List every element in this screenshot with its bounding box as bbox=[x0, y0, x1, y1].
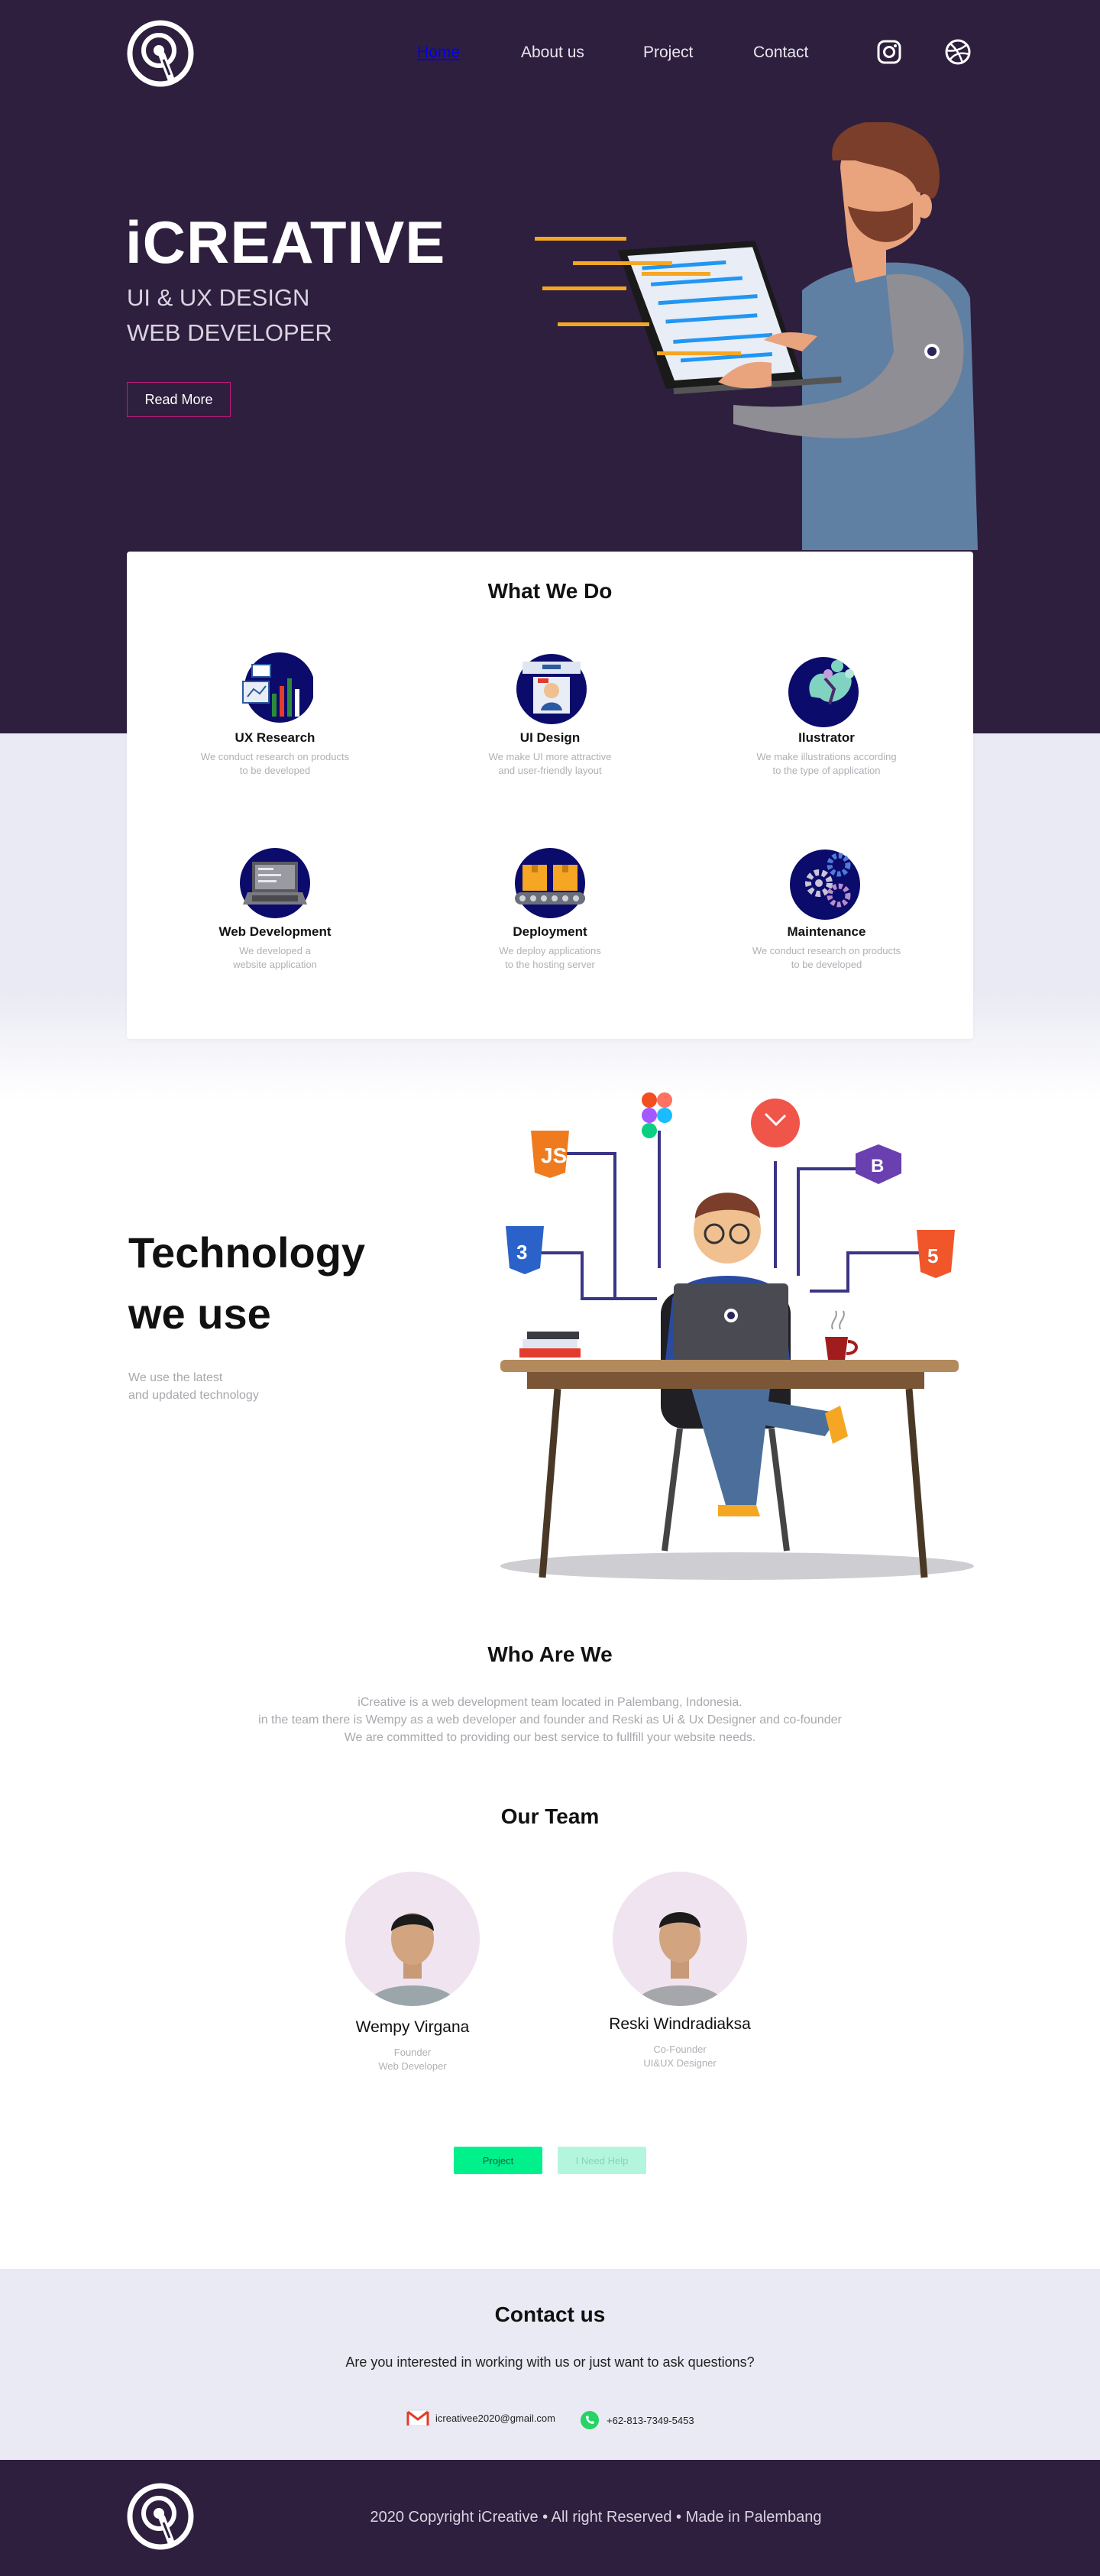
ui-design-icon bbox=[516, 654, 587, 724]
service-desc: We make UI more attractive and user-frien… bbox=[466, 750, 634, 778]
member-role-line-1: Co-Founder bbox=[653, 2044, 707, 2055]
read-more-button[interactable]: Read More bbox=[127, 382, 231, 417]
service-desc: We conduct research on products to be dev… bbox=[742, 944, 911, 972]
who-line-2: in the team there is Wempy as a web deve… bbox=[258, 1714, 842, 1727]
what-we-do-card: What We Do UX Research We conduct resear… bbox=[127, 552, 973, 1039]
service-desc: We deploy applications to the hosting ser… bbox=[466, 944, 634, 972]
service-desc-line-2: to the hosting server bbox=[505, 959, 595, 970]
html-icon: 5 bbox=[917, 1230, 955, 1278]
service-desc-line-1: We conduct research on products bbox=[752, 945, 901, 956]
technology-desc: We use the latest and updated technology bbox=[128, 1369, 259, 1404]
contact-phone-text: +62-813-7349-5453 bbox=[607, 2414, 694, 2426]
footer-copyright: 2020 Copyright iCreative • All right Res… bbox=[370, 2509, 822, 2526]
svg-text:B: B bbox=[871, 1156, 884, 1176]
service-name: Web Development bbox=[218, 924, 332, 939]
bootstrap-icon: B bbox=[856, 1144, 901, 1184]
member-role-line-1: Founder bbox=[393, 2047, 432, 2058]
team-member-reski: Reski Windradiaksa Co-Founder UI&UX Desig… bbox=[581, 1872, 779, 2070]
svg-text:3: 3 bbox=[516, 1241, 527, 1264]
service-ux-research: UX Research We conduct research on produ… bbox=[191, 651, 359, 778]
service-desc-line-1: We developed a bbox=[239, 945, 311, 956]
service-desc-line-2: to be developed bbox=[791, 959, 862, 970]
dribbble-icon[interactable] bbox=[944, 38, 972, 66]
service-desc-line-2: website application bbox=[233, 959, 317, 970]
member-role: Co-Founder UI&UX Designer bbox=[581, 2043, 779, 2070]
instagram-icon[interactable] bbox=[875, 38, 903, 66]
contact-email[interactable]: icreativee2020@gmail.com bbox=[406, 2409, 555, 2426]
gmail-icon bbox=[406, 2409, 429, 2426]
service-desc-line-2: and user-friendly layout bbox=[498, 765, 602, 776]
service-ilustrator: Ilustrator We make illustrations accordi… bbox=[742, 651, 911, 778]
figma-icon bbox=[642, 1092, 672, 1138]
technology-title-line-2: we use bbox=[128, 1290, 271, 1338]
service-deployment: Deployment We deploy applications to the … bbox=[466, 845, 634, 972]
nav-contact-link[interactable]: Contact bbox=[753, 44, 808, 62]
web-development-icon bbox=[240, 848, 310, 918]
contact-title: Contact us bbox=[494, 2303, 606, 2326]
our-team-title: Our Team bbox=[500, 1804, 600, 1828]
deployment-icon bbox=[515, 848, 585, 918]
service-ui-design: UI Design We make UI more attractive and … bbox=[466, 651, 634, 778]
service-desc-line-2: to be developed bbox=[239, 765, 311, 776]
hero-illustration bbox=[535, 122, 978, 550]
contact-phone[interactable]: +62-813-7349-5453 bbox=[579, 2409, 694, 2431]
technology-title: Technology we use bbox=[128, 1222, 365, 1345]
service-desc-line-1: We deploy applications bbox=[499, 945, 601, 956]
maintenance-gear-icon bbox=[790, 849, 860, 920]
member-name: Reski Windradiaksa bbox=[609, 2015, 751, 2033]
technology-title-line-1: Technology bbox=[128, 1228, 366, 1277]
service-name: Ilustrator bbox=[798, 730, 855, 745]
need-help-button[interactable]: I Need Help bbox=[558, 2147, 646, 2174]
ux-research-icon bbox=[242, 652, 313, 723]
project-button[interactable]: Project bbox=[454, 2147, 542, 2174]
service-desc-line-2: to the type of application bbox=[772, 765, 881, 776]
technology-desc-line-1: We use the latest bbox=[128, 1371, 223, 1384]
hero-title: iCREATIVE bbox=[125, 209, 446, 276]
what-we-do-title: What We Do bbox=[487, 579, 613, 603]
contact-section: Contact us Are you interested in working… bbox=[0, 2269, 1100, 2460]
technology-illustration: JS B 3 5 bbox=[500, 1092, 974, 1580]
service-desc: We developed a website application bbox=[191, 944, 359, 972]
nav-home-link[interactable]: Home bbox=[417, 44, 460, 62]
laravel-icon bbox=[751, 1099, 800, 1147]
who-are-we-title: Who Are We bbox=[487, 1642, 613, 1666]
nav-about-link[interactable]: About us bbox=[521, 44, 584, 62]
icreative-logo-icon[interactable] bbox=[127, 20, 194, 87]
service-name: Deployment bbox=[513, 924, 587, 939]
ilustrator-icon bbox=[788, 657, 859, 727]
service-name: UX Research bbox=[235, 730, 315, 745]
hero-subtitle-1: UI & UX DESIGN bbox=[127, 284, 310, 311]
whatsapp-icon bbox=[581, 2411, 599, 2429]
nav-project-link[interactable]: Project bbox=[643, 44, 693, 62]
service-name: UI Design bbox=[519, 730, 581, 745]
avatar bbox=[613, 1872, 747, 2006]
member-name: Wempy Virgana bbox=[355, 2018, 470, 2036]
team-member-wempy: Wempy Virgana Founder Web Developer bbox=[313, 1872, 512, 2073]
page: Home About us Project Contact iCREATIVE … bbox=[0, 0, 1100, 2576]
member-role: Founder Web Developer bbox=[313, 2046, 512, 2073]
service-desc-line-1: We conduct research on products bbox=[200, 751, 350, 762]
hero-subtitle-2: WEB DEVELOPER bbox=[127, 319, 332, 346]
service-name: Maintenance bbox=[787, 924, 866, 939]
service-desc-line-1: We make illustrations according bbox=[756, 751, 897, 762]
service-desc: We conduct research on products to be dev… bbox=[191, 750, 359, 778]
technology-desc-line-2: and updated technology bbox=[128, 1389, 259, 1402]
avatar bbox=[345, 1872, 480, 2006]
footer: 2020 Copyright iCreative • All right Res… bbox=[0, 2460, 1100, 2576]
svg-text:5: 5 bbox=[927, 1244, 938, 1267]
service-desc-line-1: We make UI more attractive bbox=[488, 751, 612, 762]
member-role-line-2: UI&UX Designer bbox=[643, 2057, 717, 2069]
member-role-line-2: Web Developer bbox=[378, 2060, 447, 2072]
contact-question: Are you interested in working with us or… bbox=[345, 2354, 755, 2370]
service-web-development: Web Development We developed a website ap… bbox=[191, 845, 359, 972]
service-desc: We make illustrations according to the ty… bbox=[742, 750, 911, 778]
who-line-3: We are committed to providing our best s… bbox=[344, 1731, 756, 1744]
svg-text:JS: JS bbox=[541, 1144, 567, 1167]
contact-email-text: icreativee2020@gmail.com bbox=[435, 2412, 555, 2424]
service-maintenance: Maintenance We conduct research on produ… bbox=[742, 845, 911, 972]
who-line-1: iCreative is a web development team loca… bbox=[358, 1696, 742, 1709]
js-icon: JS bbox=[531, 1131, 569, 1178]
css-icon: 3 bbox=[506, 1226, 544, 1274]
who-are-we-text: iCreative is a web development team loca… bbox=[0, 1694, 1100, 1746]
